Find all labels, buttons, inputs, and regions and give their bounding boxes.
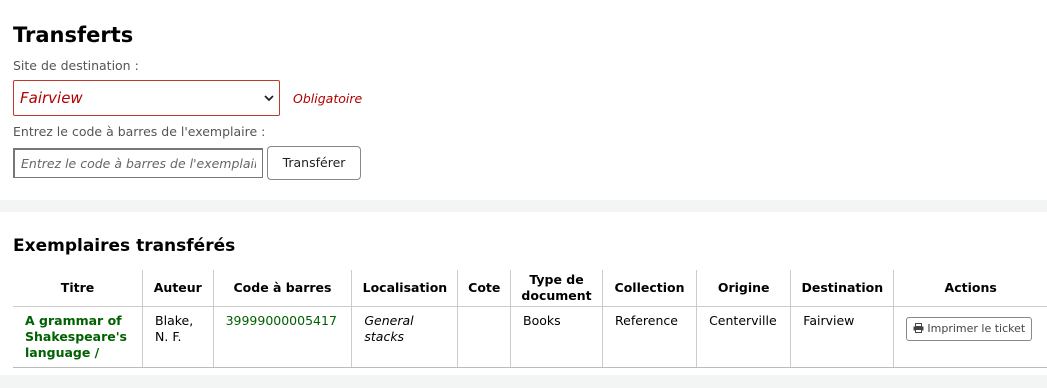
title-link[interactable]: A grammar of Shakespeare's language / — [25, 313, 127, 360]
barcode-input[interactable] — [13, 148, 263, 178]
cell-collection: Reference — [601, 306, 697, 368]
cell-destination: Fairview — [790, 306, 894, 368]
barcode-label: Entrez le code à barres de l'exemplaire … — [13, 124, 266, 139]
col-header-call-number[interactable]: Cote — [457, 270, 511, 307]
cell-title: A grammar of Shakespeare's language / — [13, 306, 143, 368]
col-header-author[interactable]: Auteur — [142, 270, 214, 307]
transferred-table: Titre Auteur Code à barres Localisation … — [13, 270, 1047, 368]
col-header-origin[interactable]: Origine — [696, 270, 791, 307]
print-slip-label: Imprimer le ticket — [927, 322, 1026, 335]
col-header-actions: Actions — [893, 270, 1047, 307]
print-slip-button[interactable]: Imprimer le ticket — [906, 317, 1033, 341]
cell-origin: Centerville — [696, 306, 791, 368]
cell-actions: Imprimer le ticket — [893, 306, 1047, 368]
table-header-row: Titre Auteur Code à barres Localisation … — [13, 270, 1047, 307]
transferred-heading: Exemplaires transférés — [13, 236, 236, 256]
page-title: Transferts — [13, 23, 134, 47]
cell-location: General stacks — [351, 306, 458, 368]
col-header-collection[interactable]: Collection — [601, 270, 697, 307]
cell-barcode: 39999000005417 — [212, 306, 352, 368]
cell-author: Blake, N. F. — [142, 306, 214, 368]
transfer-button[interactable]: Transférer — [267, 146, 361, 180]
destination-label: Site de destination : — [13, 58, 139, 73]
col-header-title[interactable]: Titre — [13, 270, 143, 307]
destination-select-value: Fairview — [20, 89, 83, 107]
cell-call-number — [457, 306, 511, 368]
col-header-item-type[interactable]: Type de document — [510, 270, 603, 307]
barcode-link[interactable]: 39999000005417 — [226, 313, 337, 328]
cell-item-type: Books — [510, 306, 603, 368]
col-header-location[interactable]: Localisation — [351, 270, 458, 307]
chevron-down-icon — [264, 95, 274, 102]
table-row: A grammar of Shakespeare's language / Bl… — [13, 306, 1047, 368]
required-hint: Obligatoire — [293, 91, 363, 106]
col-header-barcode[interactable]: Code à barres — [212, 270, 352, 307]
destination-select[interactable]: Fairview — [13, 80, 280, 116]
printer-icon — [913, 323, 924, 333]
col-header-destination[interactable]: Destination — [790, 270, 894, 307]
